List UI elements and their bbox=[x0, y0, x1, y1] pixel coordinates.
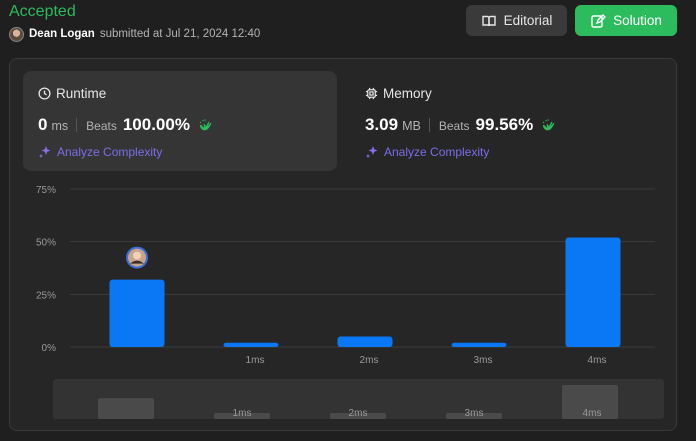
results-panel: Runtime 0 ms Beats 100.00% Analyze Compl… bbox=[9, 58, 677, 431]
mini-x-label: 2ms bbox=[349, 408, 368, 419]
distribution-range-slider[interactable]: 1ms 2ms 3ms 4ms bbox=[53, 379, 664, 419]
x-tick-label: 1ms bbox=[246, 355, 265, 366]
avatar[interactable] bbox=[9, 26, 24, 42]
mini-x-label: 1ms bbox=[233, 408, 252, 419]
distribution-chart-svg: 0% 25% 50% 75% 1ms 2ms 3ms 4ms bbox=[36, 185, 655, 366]
bar bbox=[451, 342, 507, 347]
memory-beats-pct: 99.56% bbox=[475, 115, 534, 134]
memory-card[interactable]: Memory 3.09 MB Beats 99.56% Analyze Comp… bbox=[350, 71, 664, 171]
memory-value: 3.09 bbox=[365, 115, 399, 134]
runtime-values: 0 ms Beats 100.00% bbox=[38, 115, 213, 135]
clap-icon bbox=[199, 118, 212, 130]
runtime-heading: Runtime bbox=[38, 86, 106, 101]
memory-unit: MB bbox=[402, 119, 421, 133]
runtime-analyze-link[interactable]: Analyze Complexity bbox=[38, 145, 162, 159]
mini-x-label: 4ms bbox=[583, 408, 602, 419]
memory-analyze-link[interactable]: Analyze Complexity bbox=[365, 145, 489, 159]
chip-icon bbox=[365, 87, 378, 100]
runtime-value: 0 bbox=[38, 115, 48, 134]
x-tick-label: 3ms bbox=[474, 355, 493, 366]
mini-bar bbox=[98, 398, 154, 419]
mini-chart-svg: 1ms 2ms 3ms 4ms bbox=[98, 385, 618, 419]
memory-values: 3.09 MB Beats 99.56% bbox=[365, 115, 556, 135]
y-tick-label: 75% bbox=[36, 185, 56, 196]
status-title: Accepted bbox=[9, 3, 76, 20]
clap-icon bbox=[542, 118, 555, 130]
mini-x-label: 3ms bbox=[465, 408, 484, 419]
y-tick-label: 0% bbox=[42, 343, 57, 354]
runtime-analyze-label: Analyze Complexity bbox=[57, 145, 163, 159]
submitted-meta: submitted at Jul 21, 2024 12:40 bbox=[99, 28, 261, 40]
book-icon bbox=[481, 15, 496, 26]
runtime-beats-label: Beats bbox=[86, 119, 117, 133]
edit-icon bbox=[591, 13, 607, 28]
editorial-button[interactable]: Editorial bbox=[466, 5, 567, 36]
bar bbox=[109, 279, 165, 347]
runtime-card[interactable]: Runtime 0 ms Beats 100.00% Analyze Compl… bbox=[23, 71, 337, 171]
sparkle-icon bbox=[366, 146, 378, 158]
memory-analyze-label: Analyze Complexity bbox=[384, 145, 490, 159]
sparkle-icon bbox=[39, 146, 51, 158]
y-tick-label: 50% bbox=[36, 238, 56, 249]
runtime-distribution-chart[interactable]: 0% 25% 50% 75% 1ms 2ms 3ms 4ms bbox=[10, 179, 676, 374]
bar bbox=[223, 342, 279, 347]
divider bbox=[428, 118, 430, 132]
solution-button[interactable]: Solution bbox=[575, 5, 677, 36]
runtime-unit: ms bbox=[51, 119, 69, 133]
y-tick-label: 25% bbox=[36, 290, 56, 301]
editorial-label: Editorial bbox=[503, 13, 553, 28]
solution-label: Solution bbox=[613, 13, 662, 28]
clock-icon bbox=[38, 87, 51, 100]
divider bbox=[76, 118, 78, 132]
bar bbox=[337, 336, 393, 347]
x-tick-label: 2ms bbox=[360, 355, 379, 366]
submitter-row: Dean Logan submitted at Jul 21, 2024 12:… bbox=[9, 26, 260, 42]
memory-title: Memory bbox=[383, 86, 432, 101]
runtime-beats-pct: 100.00% bbox=[122, 115, 190, 134]
memory-heading: Memory bbox=[365, 86, 432, 101]
x-tick-label: 4ms bbox=[588, 355, 607, 366]
submitter-name[interactable]: Dean Logan bbox=[29, 28, 95, 40]
memory-beats-label: Beats bbox=[438, 119, 470, 133]
bar bbox=[565, 237, 621, 347]
runtime-title: Runtime bbox=[56, 86, 107, 101]
avatar-face bbox=[133, 251, 141, 260]
